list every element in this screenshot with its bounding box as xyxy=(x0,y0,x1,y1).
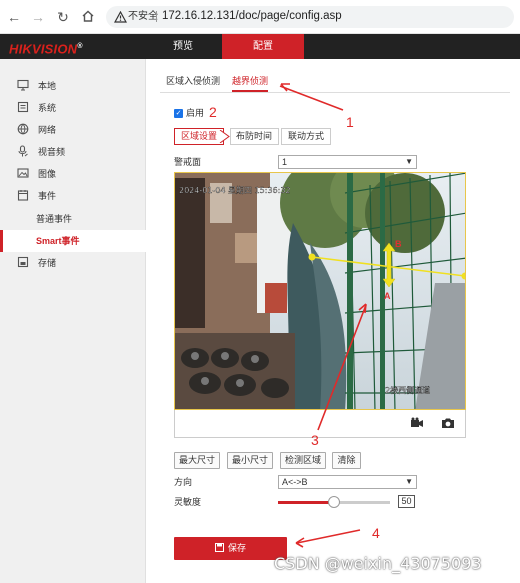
annotation-number-3: 3 xyxy=(311,432,319,448)
annotation-number-4: 4 xyxy=(372,525,380,541)
annotation-arrowhead-3 xyxy=(358,303,367,314)
annotation-arrow-1 xyxy=(279,85,344,111)
annotation-overlay xyxy=(279,83,367,548)
annotation-arrow-4 xyxy=(296,529,361,544)
watermark: CSDN @weixin_43075093 xyxy=(274,554,482,573)
annotation-number-2: 2 xyxy=(209,104,217,120)
annotation-arrow-3 xyxy=(317,304,367,431)
annotation-number-1: 1 xyxy=(346,114,354,130)
